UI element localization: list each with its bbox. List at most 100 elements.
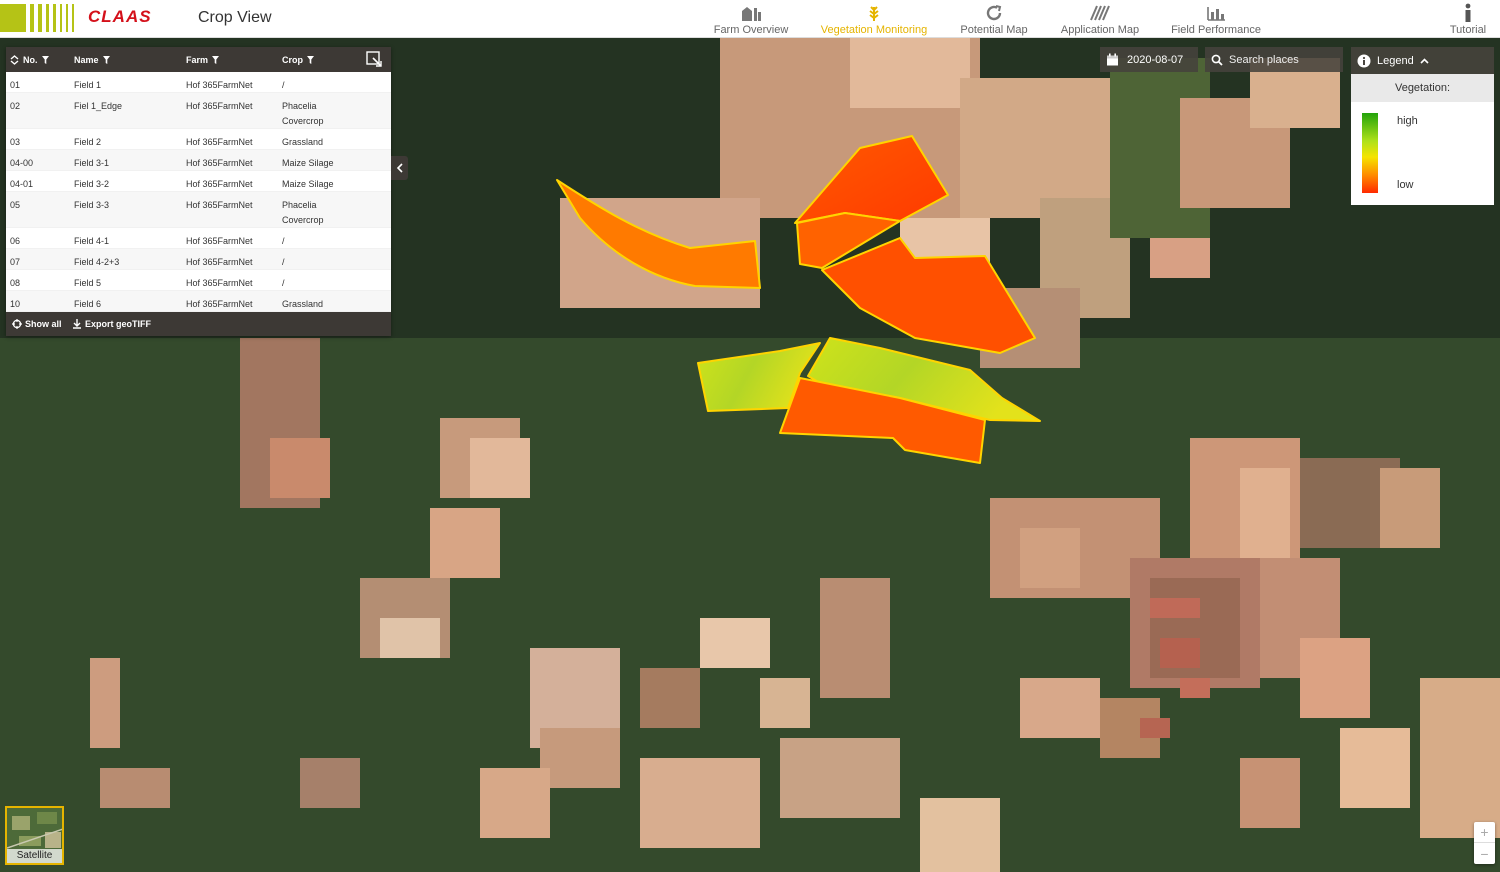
top-bar: CLAAS Crop View Farm Overview Vegetation… [0, 0, 1500, 38]
cell-crop: Phacelia Covercrop [282, 200, 324, 225]
cell-name: Fiel 1_Edge [74, 101, 123, 111]
cell-no: 06 [10, 236, 21, 246]
cell-no: 04-00 [10, 158, 34, 168]
field-table-body: 01 Field 1 Hof 365FarmNet / 02 Fiel 1_Ed… [6, 72, 391, 312]
table-row[interactable]: 07 Field 4-2+3 Hof 365FarmNet / [6, 249, 391, 270]
cell-crop: Grassland [282, 137, 324, 147]
column-crop[interactable]: Crop [282, 55, 314, 65]
satellite-layer-button[interactable]: Satellite [5, 806, 64, 865]
column-farm[interactable]: Farm [186, 55, 220, 65]
nav-field-performance[interactable]: Field Performance [1168, 2, 1264, 36]
column-label: Farm [186, 55, 209, 65]
vegetation-gradient [1362, 113, 1378, 193]
nav-label: Vegetation Monitoring [820, 24, 928, 36]
tutorial-label: Tutorial [1449, 24, 1487, 36]
nav-potential-map[interactable]: Potential Map [956, 2, 1032, 36]
nav-label: Application Map [1060, 24, 1140, 36]
table-row[interactable]: 03 Field 2 Hof 365FarmNet Grassland [6, 129, 391, 150]
cell-crop: Phacelia Covercrop [282, 101, 324, 126]
filter-icon[interactable] [212, 56, 220, 64]
cell-crop: Maize Silage [282, 158, 334, 168]
column-name[interactable]: Name [74, 55, 110, 65]
cell-no: 02 [10, 101, 21, 111]
cell-name: Field 4-2+3 [74, 257, 120, 267]
cell-name: Field 3-3 [74, 200, 110, 210]
field-table-header: No. Name Farm Crop [6, 47, 391, 72]
cell-crop: Maize Silage [282, 179, 334, 189]
nav-vegetation-monitoring[interactable]: Vegetation Monitoring [815, 2, 933, 36]
nav-label: Field Performance [1171, 24, 1261, 36]
cell-no: 07 [10, 257, 21, 267]
chevron-up-icon [1420, 57, 1429, 64]
cell-farm: Hof 365FarmNet [186, 278, 253, 288]
column-label: Name [74, 55, 99, 65]
cell-crop: / [282, 80, 285, 90]
field-list-panel: No. Name Farm Crop 01 Field 1 Hof 365Far… [6, 47, 391, 336]
cell-name: Field 3-2 [74, 179, 110, 189]
cell-name: Field 1 [74, 80, 102, 90]
table-row[interactable]: 01 Field 1 Hof 365FarmNet / [6, 72, 391, 93]
cell-crop: / [282, 278, 285, 288]
legend-subtitle: Vegetation: [1351, 74, 1494, 102]
search-input[interactable] [1229, 53, 1339, 66]
show-all-button[interactable]: Show all [12, 319, 62, 329]
export-label: Export geoTIFF [85, 319, 151, 329]
nav-label: Potential Map [960, 24, 1028, 36]
table-row[interactable]: 06 Field 4-1 Hof 365FarmNet / [6, 228, 391, 249]
search-places[interactable] [1205, 47, 1343, 72]
legend-toggle[interactable]: Legend [1351, 47, 1494, 74]
chevron-left-icon [396, 163, 403, 173]
cell-farm: Hof 365FarmNet [186, 158, 253, 168]
column-label: Crop [282, 55, 303, 65]
legend-panel: Legend Vegetation: high low [1351, 47, 1494, 205]
cell-crop: / [282, 257, 285, 267]
cell-crop: Grassland [282, 299, 324, 309]
collapse-panel-button[interactable] [391, 156, 408, 180]
table-row[interactable]: 05 Field 3-3 Hof 365FarmNet Phacelia Cov… [6, 192, 391, 228]
cell-name: Field 5 [74, 278, 102, 288]
nav-tutorial[interactable]: Tutorial [1446, 2, 1490, 36]
cell-name: Field 6 [74, 299, 102, 309]
cell-no: 10 [10, 299, 21, 309]
filter-icon[interactable] [41, 56, 49, 64]
cell-no: 04-01 [10, 179, 34, 189]
cell-name: Field 2 [74, 137, 102, 147]
zoom-in-button[interactable]: + [1474, 822, 1495, 843]
table-row[interactable]: 08 Field 5 Hof 365FarmNet / [6, 270, 391, 291]
table-row[interactable]: 02 Fiel 1_Edge Hof 365FarmNet Phacelia C… [6, 93, 391, 129]
cell-farm: Hof 365FarmNet [186, 137, 253, 147]
cell-name: Field 3-1 [74, 158, 110, 168]
column-no[interactable]: No. [10, 55, 49, 65]
cell-farm: Hof 365FarmNet [186, 101, 253, 111]
table-row[interactable]: 10 Field 6 Hof 365FarmNet Grassland [6, 291, 391, 312]
filter-icon[interactable] [102, 56, 110, 64]
nav-label: Farm Overview [713, 24, 789, 36]
show-all-label: Show all [25, 319, 62, 329]
filter-icon[interactable] [307, 56, 314, 64]
target-icon [12, 319, 22, 329]
export-geotiff-button[interactable]: Export geoTIFF [72, 319, 151, 329]
zoom-out-button[interactable]: − [1474, 843, 1495, 864]
brand-logo[interactable]: CLAAS [88, 7, 152, 27]
table-row[interactable]: 04-00 Field 3-1 Hof 365FarmNet Maize Sil… [6, 150, 391, 171]
cell-farm: Hof 365FarmNet [186, 80, 253, 90]
column-label: No. [23, 55, 38, 65]
date-picker[interactable]: 2020-08-07 [1100, 47, 1198, 72]
zoom-control: + − [1474, 822, 1495, 864]
refresh-icon [984, 2, 1004, 24]
nav-application-map[interactable]: Application Map [1055, 2, 1145, 36]
stripes-icon [1089, 2, 1111, 24]
search-icon [1211, 54, 1223, 66]
sort-icon [10, 55, 19, 65]
legend-body: high low [1351, 102, 1494, 205]
download-icon [73, 319, 81, 329]
cell-no: 03 [10, 137, 21, 147]
table-row[interactable]: 04-01 Field 3-2 Hof 365FarmNet Maize Sil… [6, 171, 391, 192]
nav-farm-overview[interactable]: Farm Overview [712, 2, 790, 36]
select-all-icon[interactable] [366, 51, 383, 68]
cell-crop: / [282, 236, 285, 246]
info-icon [1357, 54, 1371, 67]
cell-name: Field 4-1 [74, 236, 110, 246]
cell-no: 08 [10, 278, 21, 288]
cell-no: 05 [10, 200, 21, 210]
